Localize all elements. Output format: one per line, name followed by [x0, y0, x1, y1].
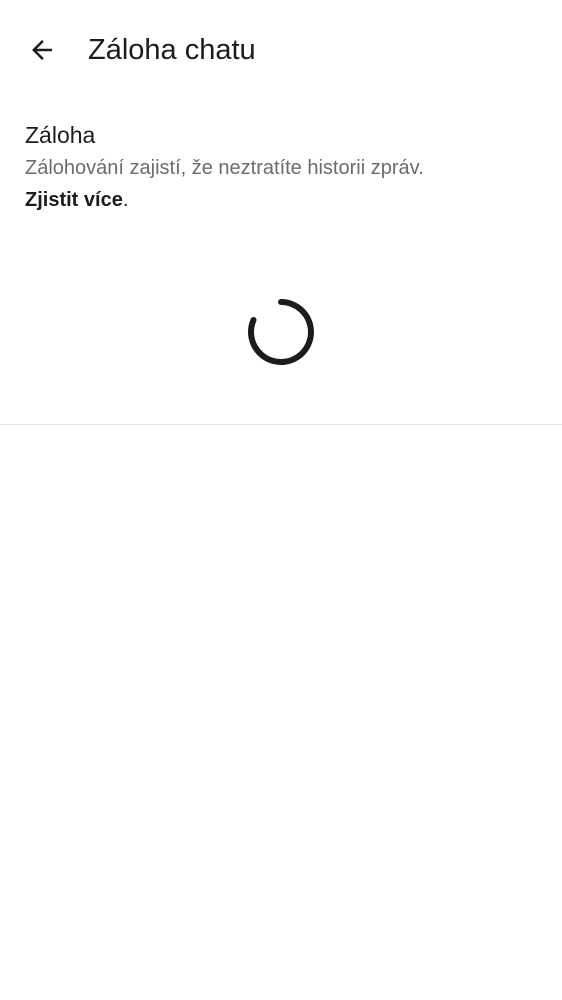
- learn-more-link[interactable]: Zjistit více: [25, 189, 123, 211]
- backup-section-description: Zálohování zajistí, že neztratíte histor…: [25, 157, 424, 179]
- arrow-left-icon: [32, 40, 52, 60]
- loading-spinner: [246, 297, 316, 367]
- backup-section-title: Záloha: [25, 122, 96, 148]
- top-app-bar: Záloha chatu: [0, 0, 562, 100]
- page-title: Záloha chatu: [88, 34, 256, 66]
- learn-more-suffix: .: [122, 189, 129, 211]
- loading-spinner-icon: [248, 299, 314, 365]
- chat-backup-screen: Záloha chatu Záloha Zálohování zajistí, …: [0, 0, 562, 1000]
- back-button[interactable]: [18, 26, 66, 74]
- divider: [0, 424, 562, 425]
- backup-section: Záloha Zálohování zajistí, že neztratíte…: [25, 118, 545, 216]
- learn-more-line: Zjistit více.: [25, 184, 545, 216]
